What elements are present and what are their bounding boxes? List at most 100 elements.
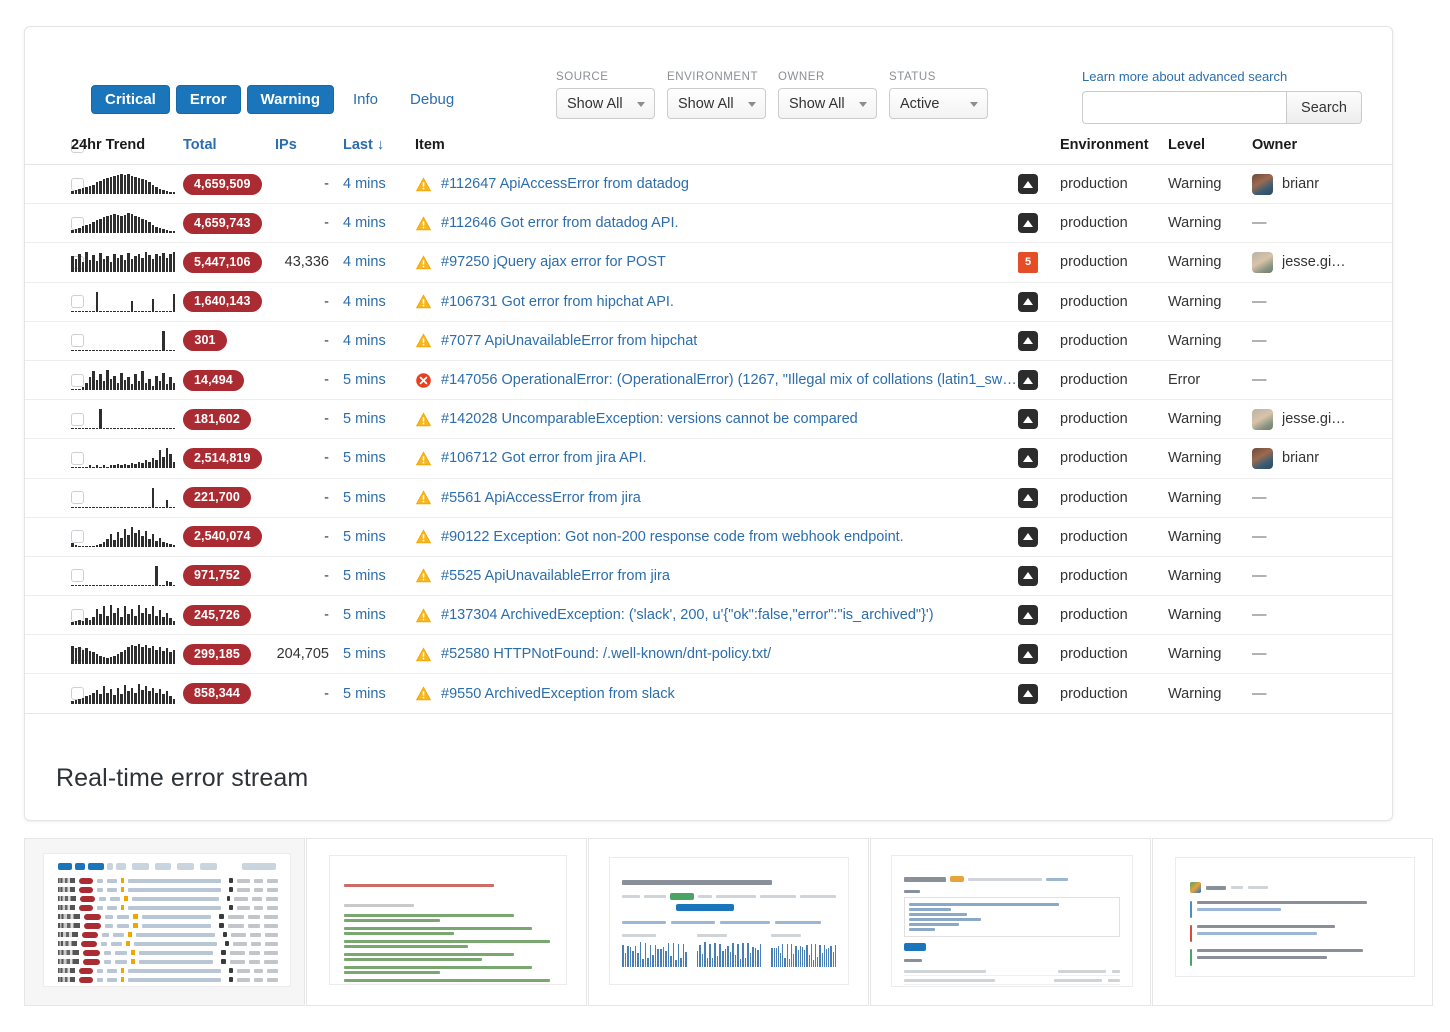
items-list-thumbnail[interactable] — [24, 838, 305, 1006]
sparkline — [71, 370, 175, 390]
item-link[interactable]: #5561 ApiAccessError from jira — [441, 490, 641, 506]
item-link[interactable]: #106731 Got error from hipchat API. — [441, 294, 674, 310]
last-seen-link[interactable]: 5 mins — [343, 411, 386, 427]
item-link[interactable]: #142028 UncomparableException: versions … — [441, 411, 858, 427]
select-all-header — [25, 137, 71, 165]
item-link[interactable]: #97250 jQuery ajax error for POST — [441, 254, 666, 270]
last-seen-link[interactable]: 5 mins — [343, 490, 386, 506]
table-row[interactable]: 299,185204,7055 mins#52580 HTTPNotFound:… — [25, 635, 1392, 674]
rollbar-icon — [1018, 566, 1038, 586]
filter-select[interactable]: Active — [889, 88, 988, 119]
table-row[interactable]: 858,344-5 mins#9550 ArchivedException fr… — [25, 674, 1392, 713]
level-filter-error[interactable]: Error — [176, 85, 241, 114]
level-filter-info[interactable]: Info — [340, 85, 391, 114]
detail-title — [622, 880, 772, 885]
source-cell — [1018, 204, 1060, 243]
last-seen-link[interactable]: 5 mins — [343, 529, 386, 545]
total-cell: 181,602 — [183, 400, 275, 439]
owner-column-cell: jesse.gi… — [1252, 243, 1392, 282]
header-last[interactable]: Last ↓ — [343, 137, 415, 165]
table-row[interactable]: 1,640,143-4 mins#106731 Got error from h… — [25, 282, 1392, 321]
table-row[interactable]: 221,700-5 mins#5561 ApiAccessError from … — [25, 478, 1392, 517]
item-detail-charts-thumbnail[interactable] — [588, 838, 869, 1006]
last-seen-link[interactable]: 5 mins — [343, 450, 386, 466]
query-editor — [904, 897, 1120, 937]
last-seen-link[interactable]: 5 mins — [343, 372, 386, 388]
item-cell: #142028 UncomparableException: versions … — [415, 400, 1018, 439]
total-badge: 2,540,074 — [183, 526, 262, 547]
filter-select[interactable]: Show All — [667, 88, 766, 119]
search-input[interactable] — [1082, 91, 1286, 124]
last-seen-link[interactable]: 4 mins — [343, 176, 386, 192]
table-row[interactable]: 4,659,743-4 mins#112646 Got error from d… — [25, 204, 1392, 243]
table-row[interactable]: 301-4 mins#7077 ApiUnavailableError from… — [25, 321, 1392, 360]
level-filter-debug[interactable]: Debug — [397, 85, 467, 114]
item-link[interactable]: #90122 Exception: Got non-200 response c… — [441, 529, 904, 545]
last-seen-link[interactable]: 5 mins — [343, 607, 386, 623]
item-link[interactable]: #112646 Got error from datadog API. — [441, 215, 679, 231]
owner-cell: jesse.gi… — [1252, 409, 1372, 430]
item-link[interactable]: #9550 ArchivedException from slack — [441, 686, 675, 702]
filter-select[interactable]: Show All — [778, 88, 877, 119]
table-row[interactable]: 2,540,074-5 mins#90122 Exception: Got no… — [25, 517, 1392, 556]
search-button[interactable]: Search — [1286, 91, 1362, 124]
trend-cell — [71, 635, 183, 674]
row-select-cell — [25, 635, 71, 674]
filter-select[interactable]: Show All — [556, 88, 655, 119]
mini-filter-4 — [200, 863, 217, 870]
header-ips[interactable]: IPs — [275, 137, 343, 165]
sparkline — [71, 684, 175, 704]
item-link[interactable]: #7077 ApiUnavailableError from hipchat — [441, 333, 697, 349]
slack-message-resolved — [1190, 949, 1400, 966]
last-seen-link[interactable]: 5 mins — [343, 568, 386, 584]
total-cell: 4,659,743 — [183, 204, 275, 243]
environment-cell: production — [1060, 439, 1168, 478]
level-cell: Warning — [1168, 478, 1252, 517]
html5-icon: 5 — [1018, 252, 1038, 273]
last-seen-link[interactable]: 4 mins — [343, 254, 386, 270]
slack-notifications-thumbnail[interactable] — [1152, 838, 1433, 1006]
table-row[interactable]: 971,752-5 mins#5525 ApiUnavailableError … — [25, 556, 1392, 595]
table-row[interactable]: 181,602-5 mins#142028 UncomparableExcept… — [25, 400, 1392, 439]
warning-icon — [415, 646, 432, 663]
last-seen-link[interactable]: 5 mins — [343, 646, 386, 662]
level-filter-critical[interactable]: Critical — [91, 85, 170, 114]
stack-trace-thumbnail[interactable] — [306, 838, 587, 1006]
item-link[interactable]: #52580 HTTPNotFound: /.well-known/dnt-po… — [441, 646, 771, 662]
item-link[interactable]: #137304 ArchivedException: ('slack', 200… — [441, 607, 934, 623]
item-cell: #112647 ApiAccessError from datadog — [415, 165, 1018, 204]
rql-console-thumbnail[interactable] — [870, 838, 1151, 1006]
item-link[interactable]: #5525 ApiUnavailableError from jira — [441, 568, 670, 584]
item-link[interactable]: #112647 ApiAccessError from datadog — [441, 176, 689, 192]
last-seen-link[interactable]: 5 mins — [343, 686, 386, 702]
query-line — [909, 903, 1059, 906]
level-filter-warning[interactable]: Warning — [247, 85, 334, 114]
table-row[interactable]: 4,659,509-4 mins#112647 ApiAccessError f… — [25, 165, 1392, 204]
ips-cell: - — [275, 321, 343, 360]
environment-cell: production — [1060, 360, 1168, 399]
mini-row — [44, 894, 290, 903]
detail-body — [610, 858, 848, 967]
owner-name: jesse.gi… — [1282, 411, 1346, 427]
rql-header — [904, 876, 1120, 882]
item-link[interactable]: #147056 OperationalError: (OperationalEr… — [441, 372, 1018, 388]
table-row[interactable]: 2,514,819-5 mins#106712 Got error from j… — [25, 439, 1392, 478]
last-seen-link[interactable]: 4 mins — [343, 215, 386, 231]
owner-empty: — — [1252, 686, 1267, 702]
owner-empty: — — [1252, 607, 1267, 623]
total-badge: 299,185 — [183, 644, 251, 665]
table-head: 24hr Trend Total IPs Last ↓ Item Environ… — [25, 137, 1392, 165]
table-row[interactable]: 245,726-5 mins#137304 ArchivedException:… — [25, 596, 1392, 635]
last-seen-link[interactable]: 4 mins — [343, 294, 386, 310]
advanced-search-link[interactable]: Learn more about advanced search — [1082, 69, 1362, 84]
table-row[interactable]: 14,494-5 mins#147056 OperationalError: (… — [25, 360, 1392, 399]
item-link[interactable]: #106712 Got error from jira API. — [441, 450, 647, 466]
table-row[interactable]: 5,447,10643,3364 mins#97250 jQuery ajax … — [25, 243, 1392, 282]
owner-column-cell: — — [1252, 360, 1392, 399]
ips-cell: - — [275, 478, 343, 517]
warning-icon — [415, 411, 432, 428]
last-seen-link[interactable]: 4 mins — [343, 333, 386, 349]
mini-row — [44, 921, 290, 930]
items-table: 24hr Trend Total IPs Last ↓ Item Environ… — [25, 137, 1392, 714]
header-total[interactable]: Total — [183, 137, 275, 165]
